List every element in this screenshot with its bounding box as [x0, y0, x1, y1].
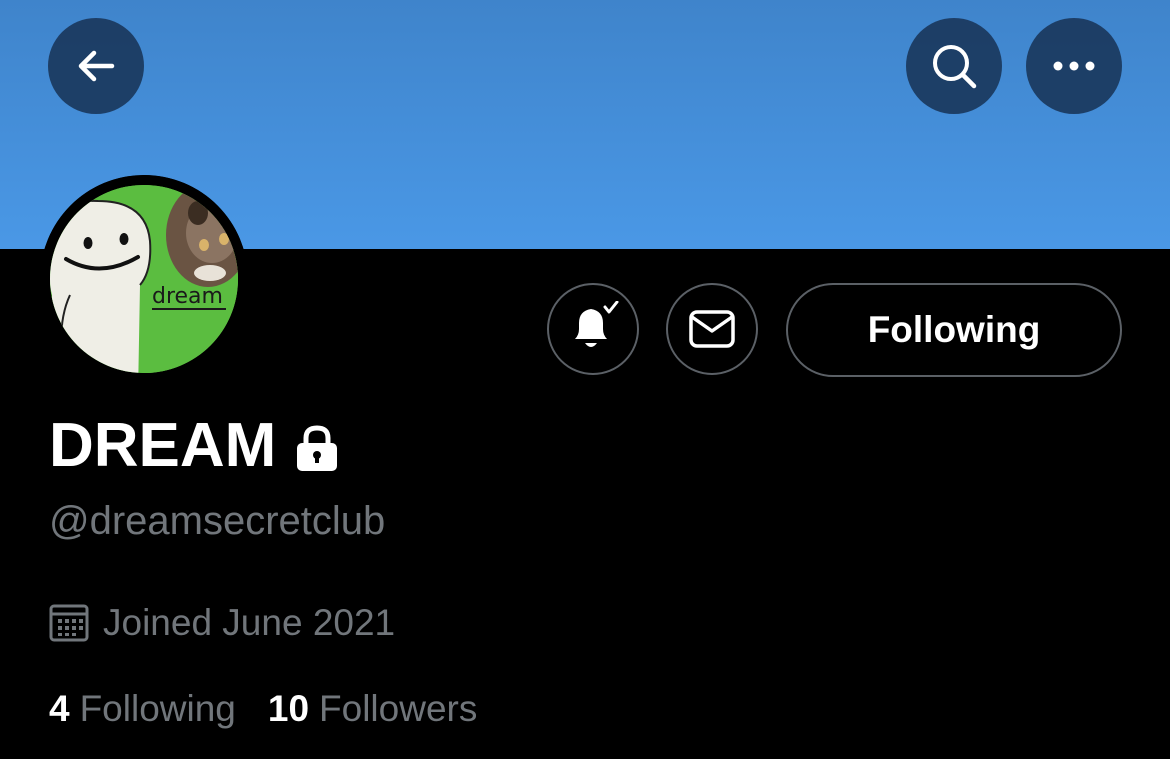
following-count: 4 — [49, 688, 70, 729]
followers-label: Followers — [319, 688, 478, 729]
following-stat[interactable]: 4 Following — [49, 686, 236, 732]
follow-stats: 4 Following 10 Followers — [49, 686, 477, 732]
name-row: DREAM — [49, 410, 340, 482]
more-horizontal-icon — [1053, 61, 1095, 71]
lock-icon — [297, 425, 338, 471]
avatar[interactable]: dream — [40, 175, 248, 383]
bell-check-icon — [575, 301, 619, 347]
more-options-button[interactable] — [1026, 18, 1122, 114]
calendar-icon — [49, 604, 89, 642]
followers-stat[interactable]: 10 Followers — [268, 686, 477, 732]
mail-icon — [689, 310, 735, 348]
joined-date: Joined June 2021 — [49, 600, 395, 646]
search-button[interactable] — [906, 18, 1002, 114]
joined-text: Joined June 2021 — [103, 602, 396, 643]
avatar-text: dream — [152, 284, 223, 309]
display-name: DREAM — [49, 411, 277, 480]
following-button[interactable]: Following — [786, 283, 1122, 377]
message-button[interactable] — [666, 283, 758, 375]
following-button-label: Following — [867, 309, 1041, 350]
followers-count: 10 — [267, 688, 310, 729]
arrow-left-icon — [78, 50, 115, 82]
following-label: Following — [79, 688, 236, 729]
back-button[interactable] — [48, 18, 144, 114]
search-icon — [933, 45, 977, 89]
avatar-image: dream — [40, 175, 248, 383]
username-handle: @dreamsecretclub — [49, 499, 386, 543]
notifications-button[interactable] — [547, 283, 639, 375]
